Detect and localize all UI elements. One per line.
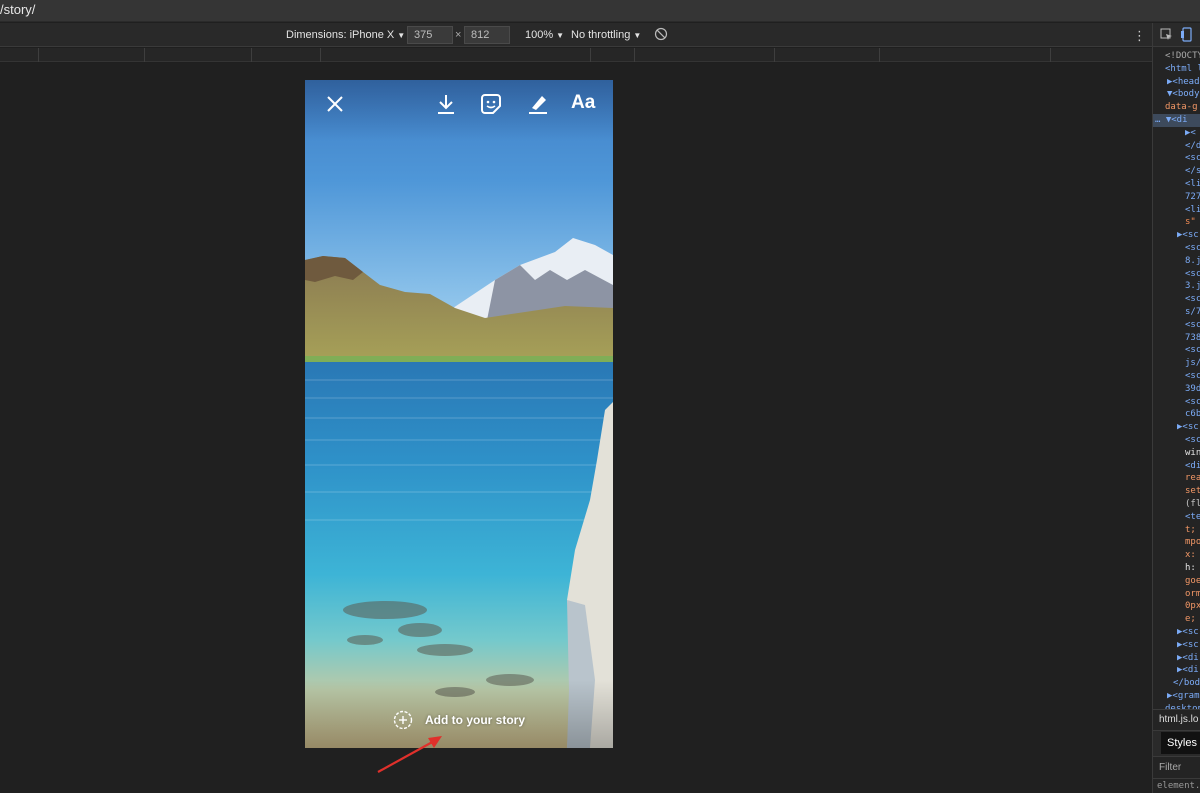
annotation-arrow-icon bbox=[377, 736, 442, 773]
dom-tree-line[interactable]: s" bbox=[1185, 216, 1196, 228]
dom-tree-line[interactable]: ▶<di bbox=[1177, 652, 1199, 664]
dom-tree-line[interactable]: <te bbox=[1185, 511, 1200, 523]
dom-tree-line[interactable]: <sc bbox=[1185, 242, 1200, 254]
dom-tree-line[interactable]: </s bbox=[1185, 165, 1200, 177]
dom-tree-line[interactable]: rea bbox=[1185, 472, 1200, 484]
dom-tree-line[interactable]: 738 bbox=[1185, 332, 1200, 344]
dom-tree-line[interactable]: <sc bbox=[1185, 268, 1200, 280]
dom-tree-line[interactable]: x: bbox=[1185, 549, 1196, 561]
dom-tree-line[interactable]: e; bbox=[1185, 613, 1196, 625]
dom-tree-line[interactable]: ▶<head bbox=[1167, 76, 1200, 88]
add-to-story-label: Add to your story bbox=[425, 713, 526, 727]
story-preview-screen: Aa Add to your story bbox=[305, 80, 613, 748]
dom-tree-line[interactable]: t; bbox=[1185, 524, 1196, 536]
dom-tree-line[interactable]: js/ bbox=[1185, 357, 1200, 369]
dom-breadcrumb[interactable]: html.js.lo bbox=[1153, 709, 1200, 729]
device-dimensions-dropdown[interactable]: Dimensions: iPhone X ▼ bbox=[286, 29, 405, 41]
story-toolbar: Aa bbox=[305, 80, 613, 128]
dom-tree-line[interactable]: <!DOCTY bbox=[1165, 50, 1200, 62]
add-to-story-button[interactable]: Add to your story bbox=[393, 709, 525, 731]
tab-styles[interactable]: Styles bbox=[1161, 732, 1200, 754]
zoom-dropdown[interactable]: 100% ▼ bbox=[525, 29, 564, 41]
dom-tree-line[interactable]: <sc bbox=[1185, 319, 1200, 331]
media-query-ruler bbox=[0, 48, 1152, 62]
dom-tree-line[interactable]: … ▼<di bbox=[1155, 114, 1188, 126]
element-style-rule: element. bbox=[1153, 778, 1200, 793]
add-circle-icon bbox=[393, 710, 413, 730]
devtools-toolbar bbox=[1153, 23, 1200, 47]
dom-tree-line[interactable]: <sc bbox=[1185, 434, 1200, 446]
dropdown-caret-icon: ▼ bbox=[397, 31, 406, 40]
dom-tree-line[interactable]: <li bbox=[1185, 204, 1200, 216]
url-text[interactable]: /story/ bbox=[0, 2, 35, 17]
dom-tree-line[interactable]: 3.j bbox=[1185, 280, 1200, 292]
dom-tree-line[interactable]: 0px bbox=[1185, 600, 1200, 612]
dom-tree-line[interactable]: <sc bbox=[1185, 152, 1200, 164]
download-icon[interactable] bbox=[434, 92, 458, 116]
dom-tree-line[interactable]: c6b bbox=[1185, 408, 1200, 420]
draw-icon[interactable] bbox=[526, 92, 550, 116]
dom-tree-line[interactable]: 727 bbox=[1185, 191, 1200, 203]
dom-tree-line[interactable]: data-g bbox=[1165, 101, 1198, 113]
dropdown-caret-icon: ▼ bbox=[633, 31, 642, 40]
dom-tree-line[interactable]: mpo bbox=[1185, 536, 1200, 548]
dom-tree-line[interactable]: ▶<sc bbox=[1177, 626, 1199, 638]
width-input[interactable]: 375 bbox=[407, 26, 453, 44]
height-input[interactable]: 812 bbox=[464, 26, 510, 44]
dom-tree-line[interactable]: <sc bbox=[1185, 396, 1200, 408]
rotate-icon[interactable] bbox=[654, 27, 668, 41]
throttling-dropdown[interactable]: No throttling ▼ bbox=[571, 29, 641, 41]
dom-tree-line[interactable]: <html l bbox=[1165, 63, 1200, 75]
dom-tree-line[interactable]: s/7 bbox=[1185, 306, 1200, 318]
dom-tree-line[interactable]: goe bbox=[1185, 575, 1200, 587]
device-toggle-icon[interactable] bbox=[1181, 27, 1193, 42]
sticker-icon[interactable] bbox=[479, 92, 503, 116]
dom-tree-line[interactable]: orm bbox=[1185, 588, 1200, 600]
dimensions-label: Dimensions: iPhone X bbox=[286, 29, 395, 41]
dom-tree-line[interactable]: h: bbox=[1185, 562, 1196, 574]
dom-tree-line[interactable]: ▶< bbox=[1185, 127, 1196, 139]
dom-tree-line[interactable]: </bod bbox=[1173, 677, 1200, 689]
zoom-label: 100% bbox=[525, 29, 554, 41]
dom-tree-line[interactable]: ▼<body bbox=[1167, 88, 1200, 100]
dom-tree-line[interactable]: 8.j bbox=[1185, 255, 1200, 267]
throttling-label: No throttling bbox=[571, 29, 631, 41]
dom-tree-line[interactable]: <sc bbox=[1185, 293, 1200, 305]
devtools-elements-panel: <!DOCTY <html l ▶<head ▼<body data-g… ▼<di ▶<… bbox=[1152, 23, 1200, 793]
dom-tree-line[interactable]: ▶<sc bbox=[1177, 421, 1199, 433]
styles-filter-input[interactable]: Filter bbox=[1153, 756, 1200, 778]
styles-tab-bar: Styles bbox=[1153, 730, 1200, 756]
dom-tree-line[interactable]: ▶<sc bbox=[1177, 639, 1199, 651]
dom-tree-line[interactable]: <sc bbox=[1185, 344, 1200, 356]
dom-tree-line[interactable]: <li bbox=[1185, 178, 1200, 190]
dom-tree-line[interactable]: ▶<gram bbox=[1167, 690, 1200, 702]
more-options-icon[interactable]: ⋮ bbox=[1133, 28, 1146, 44]
text-icon[interactable]: Aa bbox=[571, 92, 595, 114]
dom-tree-line[interactable]: win bbox=[1185, 447, 1200, 459]
device-toolbar: Dimensions: iPhone X ▼ 375 × 812 100% ▼ No… bbox=[0, 23, 1152, 47]
dom-tree-line[interactable]: set bbox=[1185, 485, 1200, 497]
browser-url-bar[interactable]: /story/ bbox=[0, 0, 1200, 22]
dom-tree-line[interactable]: (fl bbox=[1185, 498, 1200, 510]
dropdown-caret-icon: ▼ bbox=[556, 31, 565, 40]
dom-tree-line[interactable]: <sc bbox=[1185, 370, 1200, 382]
story-photo bbox=[305, 80, 613, 748]
times-separator: × bbox=[455, 29, 462, 41]
close-icon[interactable] bbox=[323, 92, 347, 116]
dom-tree-line[interactable]: ▶<sc bbox=[1177, 229, 1199, 241]
dom-tree-line[interactable]: </d bbox=[1185, 140, 1200, 152]
dom-tree-line[interactable]: <di bbox=[1185, 460, 1200, 472]
dom-tree-line[interactable]: ▶<di bbox=[1177, 664, 1199, 676]
dom-tree-line[interactable]: 39d bbox=[1185, 383, 1200, 395]
inspect-element-icon[interactable] bbox=[1160, 28, 1173, 41]
